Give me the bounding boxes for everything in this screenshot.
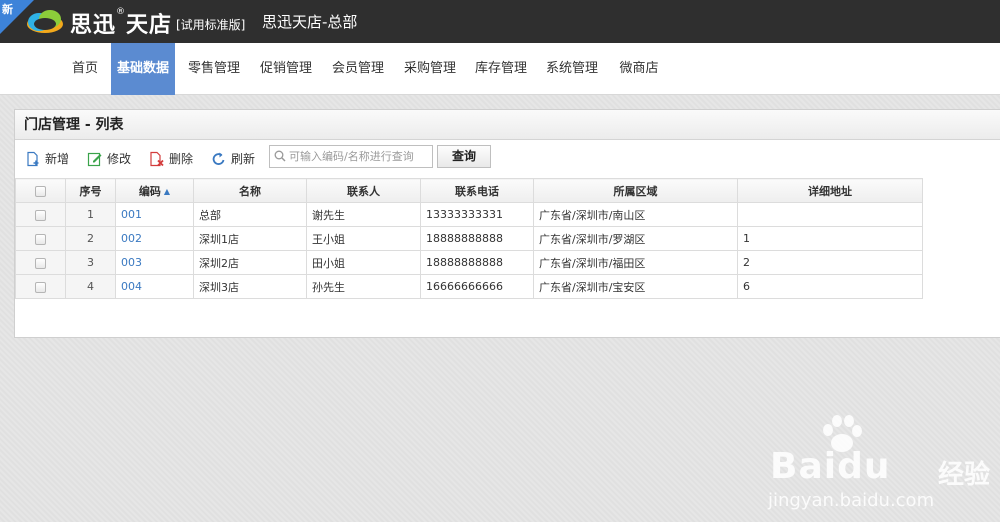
row-index: 1 xyxy=(65,202,116,227)
logo-text: 思迅 xyxy=(70,13,117,38)
row-region: 广东省/深圳市/罗湖区 xyxy=(533,226,738,251)
baidu-jingyan-watermark: Baidu 经验 jingyan.baidu.com xyxy=(760,410,1000,515)
search-input[interactable] xyxy=(289,148,429,165)
header-contact[interactable]: 联系人 xyxy=(306,178,421,203)
row-contact: 谢先生 xyxy=(306,202,421,227)
edition-label: [试用标准版] xyxy=(176,18,246,32)
nav-item-member[interactable]: 会员管理 xyxy=(325,43,391,95)
row-name: 总部 xyxy=(193,202,307,227)
nav-item-micro-store[interactable]: 微商店 xyxy=(612,43,666,95)
nav-item-home[interactable]: 首页 xyxy=(61,43,109,95)
row-phone: 13333333331 xyxy=(420,202,534,227)
toolbar: 新增 修改 删除 刷新 可输入编码/名称进行查询 查询 xyxy=(15,140,1000,178)
row-phone: 16666666666 xyxy=(420,274,534,299)
header-code[interactable]: 编码 ▲ xyxy=(115,178,194,203)
edit-label: 修改 xyxy=(107,152,132,166)
main-nav: 首页 基础数据 零售管理 促销管理 会员管理 采购管理 库存管理 系统管理 微商… xyxy=(0,43,1000,95)
row-code-link[interactable]: 001 xyxy=(115,202,194,227)
row-address: 2 xyxy=(737,250,923,275)
store-list-panel: 门店管理 - 列表 新增 修改 删除 刷新 可输入编码/名称进行查询 查询 序号… xyxy=(14,109,1000,338)
logo-registered-mark: ® xyxy=(116,7,127,17)
search-icon xyxy=(274,150,286,162)
row-name: 深圳2店 xyxy=(193,250,307,275)
nav-item-retail[interactable]: 零售管理 xyxy=(181,43,247,95)
nav-item-promotion[interactable]: 促销管理 xyxy=(253,43,319,95)
row-address: 1 xyxy=(737,226,923,251)
logo-wordmark: 思迅®天店 xyxy=(70,7,172,39)
header-index: 序号 xyxy=(65,178,116,203)
cloud-logo-icon xyxy=(27,10,63,33)
table-row[interactable]: 4 004 深圳3店 孙先生 16666666666 广东省/深圳市/宝安区 6 xyxy=(15,274,923,299)
sort-asc-icon: ▲ xyxy=(163,187,171,196)
top-bar: 新 思迅®天店 [试用标准版] 思迅天店-总部 xyxy=(0,0,1000,43)
select-all-cell[interactable] xyxy=(15,178,66,203)
header-address[interactable]: 详细地址 xyxy=(737,178,923,203)
add-label: 新增 xyxy=(45,152,70,166)
row-address: 6 xyxy=(737,274,923,299)
delete-doc-icon xyxy=(150,151,164,167)
refresh-icon xyxy=(212,152,225,165)
refresh-button[interactable]: 刷新 xyxy=(211,149,267,169)
watermark-url: jingyan.baidu.com xyxy=(768,490,935,511)
search-box[interactable] xyxy=(269,145,433,168)
row-contact: 田小姐 xyxy=(306,250,421,275)
nav-item-inventory[interactable]: 库存管理 xyxy=(468,43,534,95)
row-select-cell[interactable] xyxy=(15,250,66,275)
row-index: 2 xyxy=(65,226,116,251)
row-select-cell[interactable] xyxy=(15,226,66,251)
row-checkbox[interactable] xyxy=(35,281,46,293)
row-name: 深圳1店 xyxy=(193,226,307,251)
row-select-cell[interactable] xyxy=(15,202,66,227)
logo-text-2: 天店 xyxy=(126,13,173,38)
row-checkbox[interactable] xyxy=(35,209,46,221)
store-table: 序号 编码 ▲ 名称 联系人 联系电话 所属区域 详细地址 1 001 总部 谢先… xyxy=(15,178,923,299)
delete-label: 删除 xyxy=(169,152,194,166)
nav-item-basic-data[interactable]: 基础数据 xyxy=(111,43,175,95)
table-row[interactable]: 1 001 总部 谢先生 13333333331 广东省/深圳市/南山区 xyxy=(15,202,923,227)
row-address xyxy=(737,202,923,227)
header-phone[interactable]: 联系电话 xyxy=(420,178,534,203)
row-checkbox[interactable] xyxy=(35,233,46,245)
row-index: 3 xyxy=(65,250,116,275)
nav-item-system[interactable]: 系统管理 xyxy=(539,43,605,95)
add-button[interactable]: 新增 xyxy=(25,149,81,169)
header-code-label: 编码 xyxy=(138,184,161,198)
select-all-checkbox[interactable] xyxy=(35,185,46,197)
row-region: 广东省/深圳市/福田区 xyxy=(533,250,738,275)
watermark-brand-cn: 经验 xyxy=(938,460,991,490)
row-code-link[interactable]: 002 xyxy=(115,226,194,251)
refresh-label: 刷新 xyxy=(231,152,256,166)
table-row[interactable]: 3 003 深圳2店 田小姐 18888888888 广东省/深圳市/福田区 2 xyxy=(15,250,923,275)
edit-icon xyxy=(87,152,102,167)
new-badge: 新 xyxy=(2,3,13,16)
row-index: 4 xyxy=(65,274,116,299)
row-region: 广东省/深圳市/南山区 xyxy=(533,202,738,227)
row-contact: 王小姐 xyxy=(306,226,421,251)
row-code-link[interactable]: 004 xyxy=(115,274,194,299)
header-name[interactable]: 名称 xyxy=(193,178,307,203)
row-phone: 18888888888 xyxy=(420,226,534,251)
nav-item-purchase[interactable]: 采购管理 xyxy=(397,43,463,95)
row-select-cell[interactable] xyxy=(15,274,66,299)
delete-button[interactable]: 删除 xyxy=(149,149,205,169)
row-code-link[interactable]: 003 xyxy=(115,250,194,275)
row-checkbox[interactable] xyxy=(35,257,46,269)
edit-button[interactable]: 修改 xyxy=(87,149,143,169)
store-title: 思迅天店-总部 xyxy=(262,13,358,31)
add-doc-icon xyxy=(27,151,39,167)
row-name: 深圳3店 xyxy=(193,274,307,299)
table-row[interactable]: 2 002 深圳1店 王小姐 18888888888 广东省/深圳市/罗湖区 1 xyxy=(15,226,923,251)
panel-title: 门店管理 - 列表 xyxy=(15,110,1000,140)
row-region: 广东省/深圳市/宝安区 xyxy=(533,274,738,299)
query-button[interactable]: 查询 xyxy=(437,145,491,168)
watermark-brand: Baidu xyxy=(770,446,891,487)
row-contact: 孙先生 xyxy=(306,274,421,299)
table-header-row: 序号 编码 ▲ 名称 联系人 联系电话 所属区域 详细地址 xyxy=(15,178,923,203)
row-phone: 18888888888 xyxy=(420,250,534,275)
header-region[interactable]: 所属区域 xyxy=(533,178,738,203)
